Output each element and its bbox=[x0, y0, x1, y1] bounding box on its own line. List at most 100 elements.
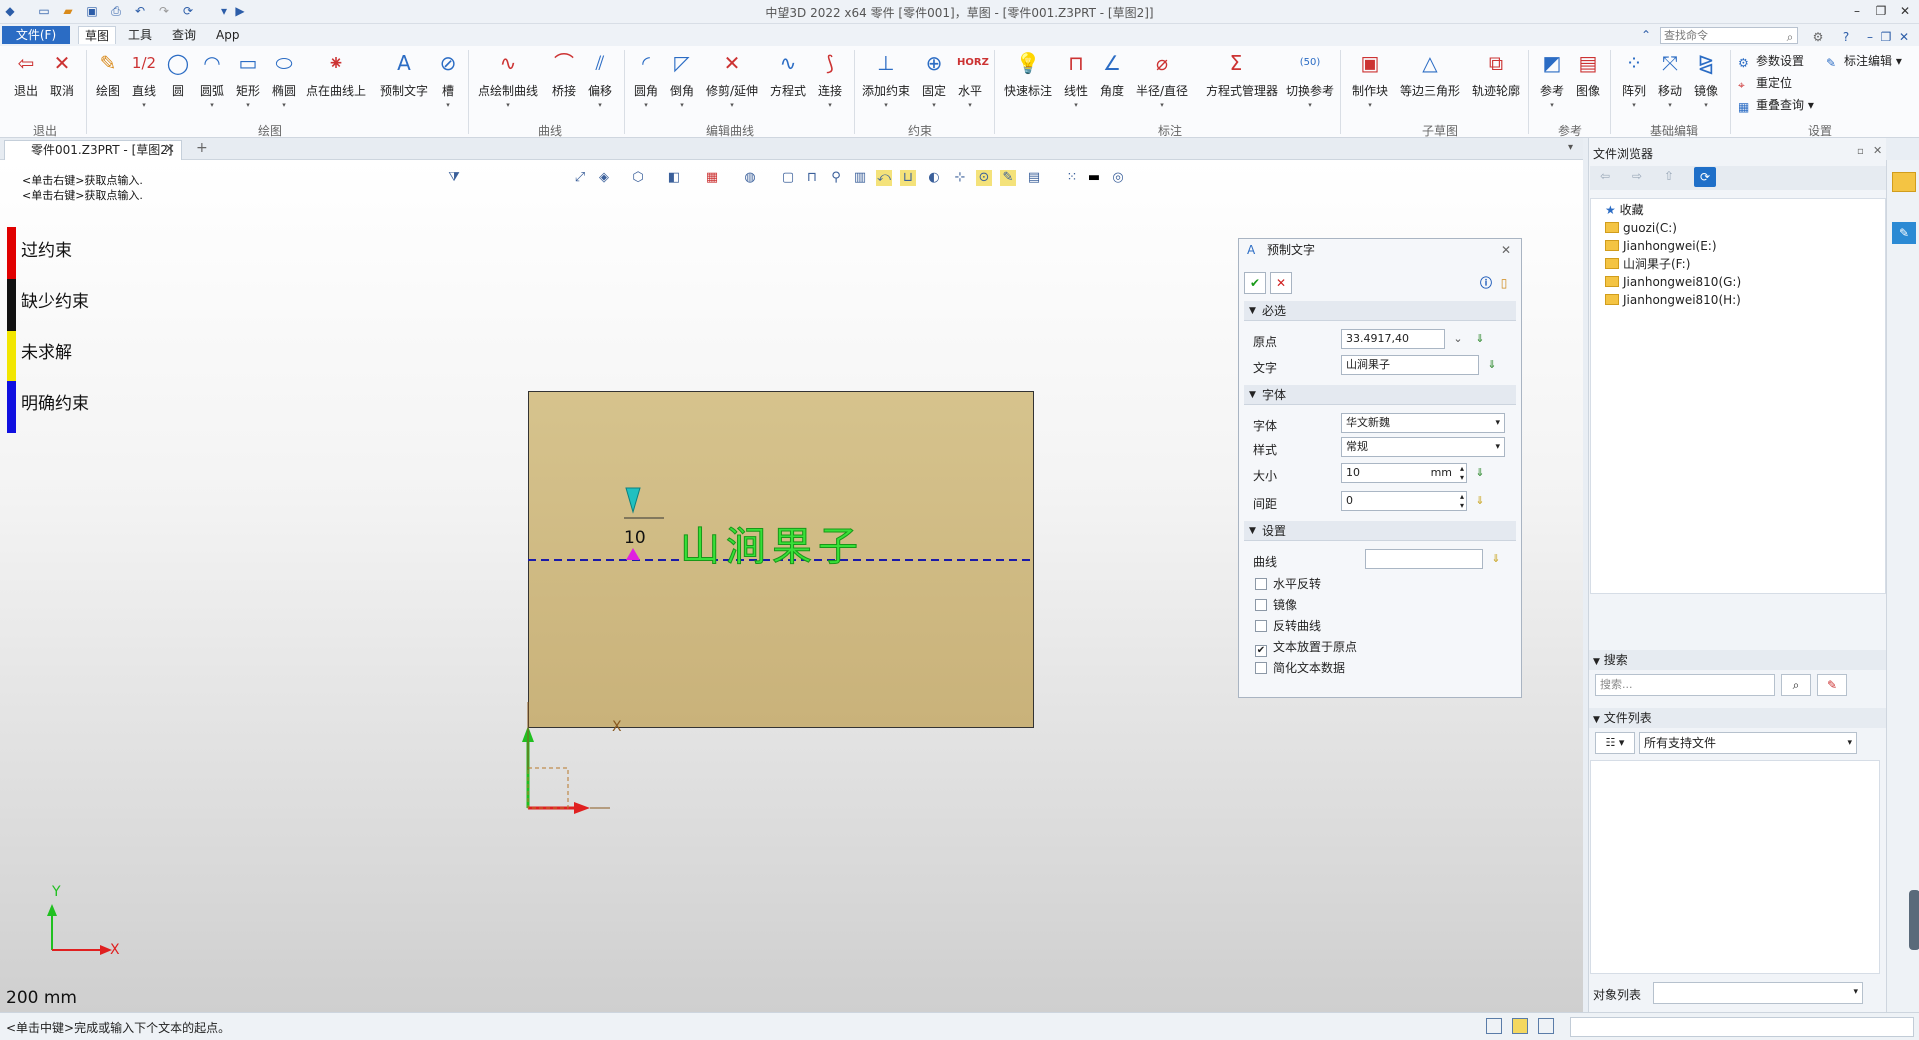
file-list[interactable] bbox=[1590, 760, 1880, 974]
restore-button[interactable]: ❐ bbox=[1870, 2, 1892, 20]
spinner-icon[interactable]: ▴ ▾ bbox=[1460, 492, 1464, 510]
clear-search-icon[interactable]: ✎ bbox=[1817, 674, 1847, 696]
dialog-close-icon[interactable]: ✕ bbox=[1501, 243, 1511, 257]
angle-dim-button[interactable]: ∠ 角度 bbox=[1092, 50, 1132, 99]
sketch-preview-text[interactable]: 山涧果子 bbox=[680, 514, 864, 572]
close-panel-icon[interactable]: ✕ bbox=[1873, 144, 1882, 157]
curve-input[interactable] bbox=[1365, 549, 1483, 569]
window-mode-icon[interactable] bbox=[1538, 1018, 1554, 1034]
dimension-value[interactable]: 10 bbox=[624, 528, 646, 548]
dock-handle[interactable] bbox=[1909, 890, 1919, 950]
palette-icon[interactable]: ✎ bbox=[1892, 222, 1916, 244]
linear-dim-button[interactable]: ⊓ 线性 ▾ bbox=[1056, 50, 1096, 109]
up-icon[interactable]: ⇧ bbox=[1664, 169, 1674, 183]
ellipse-button[interactable]: ⬭ 椭圆 ▾ bbox=[264, 50, 304, 109]
offset-button[interactable]: ⫽ 偏移 ▾ bbox=[580, 50, 620, 109]
cancel-dialog-button[interactable]: ✕ bbox=[1270, 272, 1292, 294]
radius-dim-button[interactable]: ⌀ 半径/直径 ▾ bbox=[1136, 50, 1188, 109]
point-on-curve-button[interactable]: ⁕ 点在曲线上 bbox=[306, 50, 366, 99]
close-tab-icon[interactable]: ✕ bbox=[164, 141, 175, 159]
text-input[interactable]: 山涧果子 bbox=[1341, 355, 1479, 375]
file-list-header[interactable]: ▼ 文件列表 bbox=[1589, 708, 1887, 728]
slot-button[interactable]: ⊘ 槽 ▾ bbox=[428, 50, 468, 109]
checkbox-simplify-text[interactable]: 简化文本数据 bbox=[1255, 661, 1345, 677]
connect-button[interactable]: ⟆ 连接 ▾ bbox=[810, 50, 850, 109]
cancel-button[interactable]: ✕ 取消 bbox=[42, 50, 82, 99]
ribbon-minimize-icon[interactable]: – bbox=[1862, 29, 1878, 45]
search-icon[interactable]: ⌕ bbox=[1782, 29, 1798, 45]
tab-app[interactable]: App bbox=[210, 26, 245, 44]
relocate-button[interactable]: ⌖ 重定位 bbox=[1738, 74, 1792, 92]
info-icon[interactable]: ⓘ bbox=[1475, 272, 1497, 294]
tab-tools[interactable]: 工具 bbox=[122, 26, 158, 44]
search-icon[interactable]: ⌕ bbox=[1781, 674, 1811, 696]
tree-item-drive-g[interactable]: Jianhongwei810(G:) bbox=[1605, 273, 1741, 291]
help-doc-icon[interactable]: ▯ bbox=[1497, 272, 1511, 294]
horizontal-button[interactable]: HORZ 水平 ▾ bbox=[950, 50, 990, 109]
collapse-ribbon-icon[interactable]: ⌃ bbox=[1638, 27, 1654, 43]
ribbon-restore-icon[interactable]: ❐ bbox=[1878, 29, 1894, 45]
trace-outline-button[interactable]: ⧉ 轨迹轮廓 bbox=[1472, 50, 1520, 99]
add-tab-icon[interactable]: + bbox=[196, 140, 208, 156]
chamfer-button[interactable]: ◸ 倒角 ▾ bbox=[662, 50, 702, 109]
tab-list-icon[interactable]: ▾ bbox=[1568, 142, 1573, 153]
help-icon[interactable]: ? bbox=[1838, 29, 1854, 45]
tree-item-drive-c[interactable]: guozi(C:) bbox=[1605, 219, 1677, 237]
refresh-icon[interactable]: ⟳ bbox=[1694, 167, 1716, 187]
origin-options-icon[interactable]: ⌄ bbox=[1451, 332, 1465, 346]
file-menu[interactable]: 文件(F) bbox=[2, 26, 70, 44]
ribbon-close-icon[interactable]: ✕ bbox=[1896, 29, 1912, 45]
spline-button[interactable]: ∿ 点绘制曲线 ▾ bbox=[478, 50, 538, 109]
dim-edit-button[interactable]: ✎ 标注编辑 ▾ bbox=[1826, 52, 1902, 70]
back-icon[interactable]: ⇦ bbox=[1600, 169, 1610, 183]
minimize-button[interactable]: – bbox=[1846, 2, 1868, 20]
tree-item-drive-e[interactable]: Jianhongwei(E:) bbox=[1605, 237, 1717, 255]
fillet-button[interactable]: ◜ 圆角 ▾ bbox=[626, 50, 666, 109]
tab-query[interactable]: 查询 bbox=[166, 26, 202, 44]
search-section-header[interactable]: ▼ 搜索 bbox=[1589, 650, 1887, 670]
arc-button[interactable]: ◠ 圆弧 ▾ bbox=[192, 50, 232, 109]
document-tab[interactable]: 零件001.Z3PRT - [草图2] ✕ bbox=[4, 140, 182, 160]
origin-input[interactable]: 33.4917,40 bbox=[1341, 329, 1445, 349]
array-button[interactable]: ⁘ 阵列 ▾ bbox=[1614, 50, 1654, 109]
quick-dim-button[interactable]: 💡 快速标注 bbox=[1004, 50, 1052, 99]
spacing-input[interactable]: 0 ▴ ▾ bbox=[1341, 491, 1467, 511]
close-window-button[interactable]: ✕ bbox=[1894, 2, 1916, 20]
param-settings-button[interactable]: ⚙ 参数设置 bbox=[1738, 52, 1804, 70]
equation-manager-button[interactable]: Σ 方程式管理器 bbox=[1206, 50, 1278, 99]
text-pick-icon[interactable]: ⇓ bbox=[1485, 358, 1499, 372]
forward-icon[interactable]: ⇨ bbox=[1632, 169, 1642, 183]
tree-item-drive-h[interactable]: Jianhongwei810(H:) bbox=[1605, 291, 1741, 309]
view-mode-icon[interactable]: ☷ ▾ bbox=[1595, 732, 1635, 754]
checkbox-flip-horizontal[interactable]: 水平反转 bbox=[1255, 577, 1321, 593]
gear-icon[interactable]: ⚙ bbox=[1810, 29, 1826, 45]
spinner-icon[interactable]: ▴ ▾ bbox=[1460, 464, 1464, 482]
confirm-button[interactable]: ✔ bbox=[1244, 272, 1266, 294]
checkbox-mirror[interactable]: 镜像 bbox=[1255, 598, 1297, 614]
mirror-button[interactable]: ⧎ 镜像 ▾ bbox=[1686, 50, 1726, 109]
equilateral-button[interactable]: △ 等边三角形 bbox=[1400, 50, 1460, 99]
command-input[interactable] bbox=[1570, 1017, 1914, 1037]
section-font[interactable]: ▼ 字体 bbox=[1244, 385, 1516, 405]
file-search-input[interactable]: 搜索... bbox=[1595, 674, 1775, 696]
layout-icon[interactable] bbox=[1486, 1018, 1502, 1034]
rectangle-button[interactable]: ▭ 矩形 ▾ bbox=[228, 50, 268, 109]
overlap-query-button[interactable]: ▦ 重叠查询 ▾ bbox=[1738, 96, 1814, 114]
style-select[interactable]: 常规 ▾ bbox=[1341, 437, 1505, 457]
font-select[interactable]: 华文新魏 ▾ bbox=[1341, 413, 1505, 433]
folder-icon[interactable] bbox=[1892, 172, 1916, 192]
command-search-input[interactable]: 查找命令 bbox=[1660, 27, 1798, 44]
tree-item-drive-f[interactable]: 山涧果子(F:) bbox=[1605, 255, 1690, 273]
checkbox-reverse-curve[interactable]: 反转曲线 bbox=[1255, 619, 1321, 635]
size-pick-icon[interactable]: ⇓ bbox=[1473, 466, 1487, 480]
object-list-select[interactable]: ▾ bbox=[1653, 982, 1863, 1004]
toggle-ref-button[interactable]: (50) 切换参考 ▾ bbox=[1286, 50, 1334, 109]
display-mode-icon[interactable] bbox=[1512, 1018, 1528, 1034]
tree-item-favorites[interactable]: ★ 收藏 bbox=[1605, 201, 1644, 219]
fix-button[interactable]: ⊕ 固定 ▾ bbox=[914, 50, 954, 109]
checkbox-text-at-origin[interactable]: ✔ 文本放置于原点 bbox=[1255, 640, 1357, 657]
move-button[interactable]: ⤧ 移动 ▾ bbox=[1650, 50, 1690, 109]
curve-pick-icon[interactable]: ⇓ bbox=[1489, 552, 1503, 566]
file-filter-select[interactable]: 所有支持文件 ▾ bbox=[1639, 732, 1857, 754]
tab-sketch[interactable]: 草图 bbox=[78, 26, 117, 44]
